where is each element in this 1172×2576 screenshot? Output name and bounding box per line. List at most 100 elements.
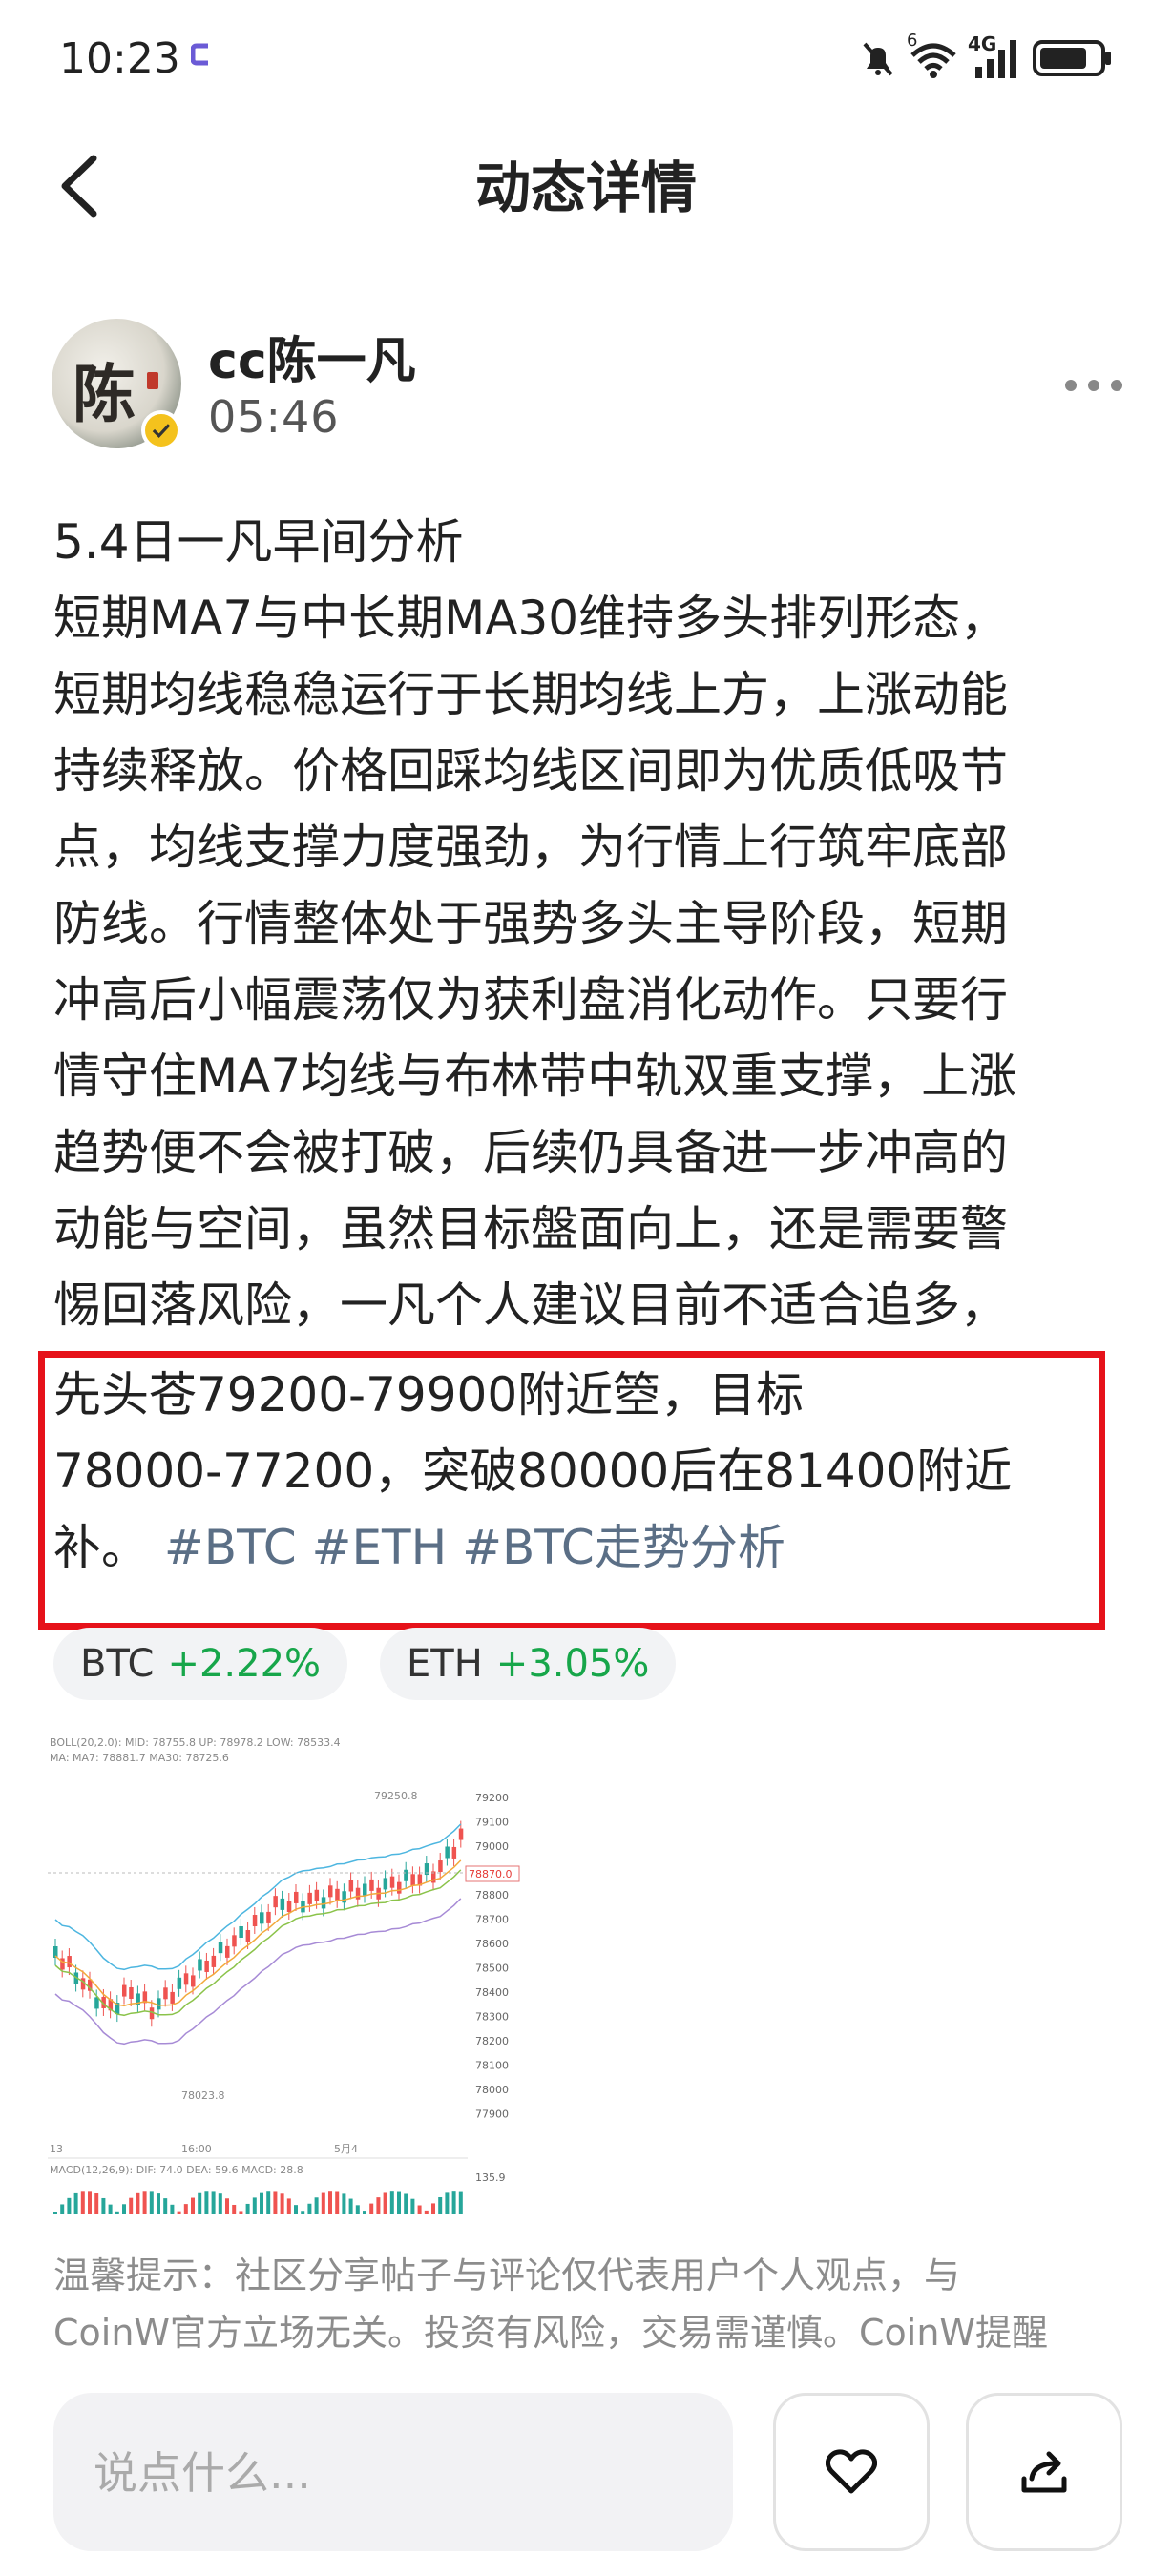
candle — [163, 1987, 168, 2000]
macd-bar — [73, 2192, 78, 2214]
price-axis-label: 77900 — [475, 2109, 509, 2121]
macd-bar — [191, 2197, 195, 2214]
post-time: 05:46 — [208, 391, 340, 443]
verified-badge-icon — [141, 410, 181, 450]
price-axis-label: 78200 — [475, 2035, 509, 2047]
price-axis-label: 78700 — [475, 1914, 509, 1926]
avatar-seal — [147, 372, 158, 389]
candle — [266, 1911, 271, 1923]
macd-bar — [53, 2212, 57, 2214]
candle — [458, 1828, 464, 1840]
candle — [177, 1977, 182, 1989]
candle — [129, 1986, 134, 1999]
candle — [260, 1912, 264, 1924]
candle — [232, 1935, 237, 1947]
price-axis-label: 79100 — [475, 1817, 509, 1829]
disclaimer-line-1: 温馨提示：社区分享帖子与评论仅代表用户个人观点，与 — [53, 2254, 961, 2296]
macd-bar — [170, 2204, 175, 2214]
price-axis-label: 78000 — [475, 2084, 509, 2096]
boll-upper-line — [54, 1823, 462, 1971]
high-label: 79250.8 — [374, 1790, 418, 1802]
macd-bar — [342, 2193, 346, 2214]
candle — [445, 1846, 450, 1859]
candle — [438, 1860, 443, 1873]
candle — [170, 1991, 175, 2004]
macd-bar — [157, 2193, 160, 2214]
macd-bar — [273, 2191, 278, 2214]
candle — [294, 1891, 299, 1903]
price-axis-label: 78500 — [475, 1963, 509, 1975]
price-axis-label: 79200 — [475, 1792, 509, 1804]
highlight-box — [38, 1351, 1105, 1630]
macd-bar — [280, 2193, 284, 2214]
macd-bar — [376, 2197, 381, 2214]
disclaimer-line-2: CoinW官方立场无关。投资有风险，交易需谨慎。CoinW提醒 — [53, 2312, 1048, 2354]
boll-lower-line — [54, 1898, 462, 2046]
coin-name: BTC — [80, 1642, 155, 1686]
macd-bar — [445, 2192, 450, 2214]
candle — [183, 1973, 189, 1985]
macd-bar — [122, 2204, 126, 2214]
candle — [355, 1887, 361, 1900]
candle — [307, 1892, 312, 1904]
like-button[interactable] — [773, 2393, 930, 2551]
boll-label: BOLL(20,2.0): MID: 78755.8 UP: 78978.2 L… — [50, 1736, 341, 1749]
share-button[interactable] — [966, 2393, 1122, 2551]
post-line: 趋势便不会被打破，后续仍具备进一步冲高的 — [53, 1125, 1008, 1180]
chart-image[interactable]: BOLL(20,2.0): MID: 78755.8 UP: 78978.2 L… — [48, 1733, 523, 2221]
ma-label: MA: MA7: 78881.7 MA30: 78725.6 — [50, 1752, 229, 1764]
candle — [245, 1930, 251, 1942]
macd-bar — [142, 2191, 147, 2214]
macd-bar — [424, 2210, 429, 2214]
candle — [67, 1956, 72, 1968]
macd-bar — [108, 2204, 113, 2214]
coin-chip-eth[interactable]: ETH +3.05% — [380, 1628, 677, 1700]
candle — [252, 1915, 258, 1927]
macd-bar — [239, 2211, 243, 2214]
macd-bar — [198, 2192, 202, 2214]
macd-bar — [328, 2191, 332, 2214]
candle — [404, 1869, 408, 1881]
macd-bar — [252, 2197, 257, 2214]
macd-bar — [404, 2193, 408, 2214]
macd-bar — [163, 2198, 168, 2214]
macd-bar — [101, 2197, 106, 2214]
macd-bar — [286, 2198, 291, 2214]
author-name[interactable]: cc陈一凡 — [208, 321, 416, 392]
price-axis: 7920079100790007890078800787007860078500… — [475, 1792, 509, 2121]
candle — [211, 1955, 217, 1967]
post-line: 点，均线支撑力度强劲，为行情上行筑牢底部 — [53, 820, 1008, 875]
macd-label: MACD(12,26,9): DIF: 74.0 DEA: 59.6 MACD:… — [50, 2164, 303, 2176]
macd-bar — [266, 2191, 271, 2214]
candle — [280, 1898, 285, 1910]
candle — [239, 1925, 243, 1938]
macd-bar — [260, 2192, 263, 2214]
low-label: 78023.8 — [181, 2089, 225, 2102]
post-line: 防线。行情整体处于强势多头主导阶段，短期 — [53, 896, 1008, 951]
post-line: 短期均线稳稳运行于长期均线上方，上涨动能 — [53, 667, 1008, 722]
candle — [94, 1997, 99, 2009]
macd-bar — [321, 2192, 325, 2214]
macd-bar — [211, 2191, 216, 2214]
post-line: 短期MA7与中长期MA30维持多头排列形态， — [53, 591, 1009, 646]
app-notification-icon — [191, 43, 208, 66]
macd-bar — [301, 2211, 305, 2214]
time-label: 5月4 — [334, 2143, 358, 2155]
candle — [328, 1885, 333, 1898]
coin-chip-btc[interactable]: BTC +2.22% — [53, 1628, 348, 1700]
macd-bar — [149, 2191, 154, 2214]
wifi-icon — [910, 43, 956, 78]
more-options-icon[interactable] — [1061, 374, 1126, 397]
macd-bar — [451, 2191, 456, 2214]
macd-bar — [60, 2204, 65, 2214]
candle — [204, 1960, 209, 1972]
share-icon — [1021, 2451, 1067, 2493]
candle — [218, 1942, 223, 1954]
page-title: 动态详情 — [474, 156, 697, 220]
macd-bar — [431, 2203, 435, 2214]
status-time: 10:23 — [59, 34, 180, 83]
macd-bar — [307, 2203, 312, 2214]
candle — [363, 1883, 367, 1896]
macd-bar — [458, 2191, 463, 2214]
candle — [225, 1945, 230, 1958]
